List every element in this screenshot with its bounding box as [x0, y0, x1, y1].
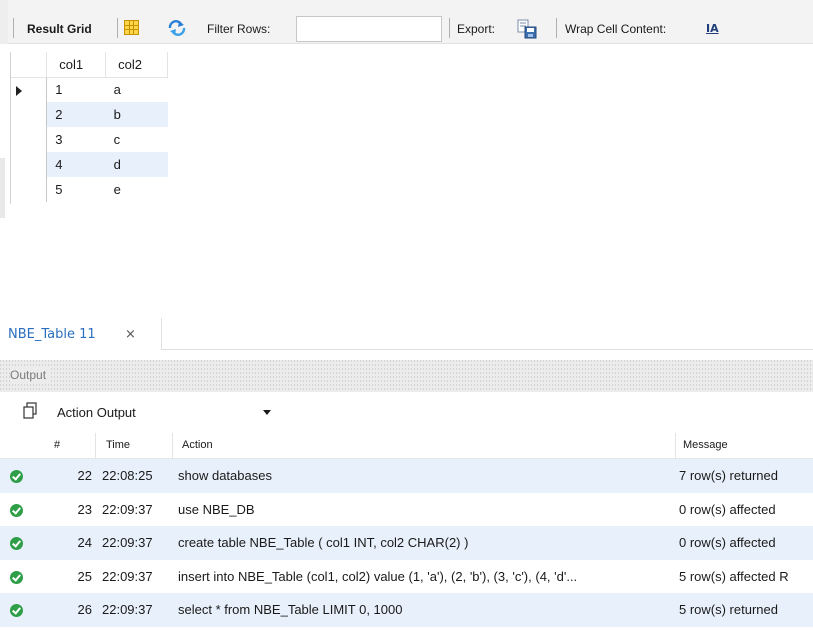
output-type-value: Action Output [57, 405, 136, 420]
row-header[interactable] [10, 102, 48, 127]
toolbar-separator [117, 18, 118, 38]
grid-cell[interactable]: a [106, 77, 168, 102]
log-message: 5 row(s) returned [679, 602, 778, 618]
row-header[interactable] [10, 127, 48, 152]
table-row[interactable]: 2 b [10, 102, 168, 127]
grid-layout-icon[interactable] [124, 20, 139, 35]
log-num: 25 [77, 568, 92, 584]
log-action: insert into NBE_Table (col1, col2) value… [178, 568, 578, 584]
output-panel-header: Output [0, 360, 813, 392]
result-grid-label[interactable]: Result Grid [27, 22, 92, 36]
log-num: 26 [77, 602, 92, 618]
log-row[interactable]: 26 22:09:37 select * from NBE_Table LIMI… [0, 593, 813, 627]
row-header-corner[interactable] [10, 52, 48, 78]
result-grid: col1 col2 1 a 2 b 3 c 4 d 5 e [10, 52, 168, 202]
result-grid-toolbar: Result Grid Filter Rows: Export: Wrap Ce… [0, 0, 813, 44]
current-row-arrow-icon [16, 85, 22, 96]
log-message: 0 row(s) affected [679, 535, 776, 551]
output-log-table: # Time Action Message 22 22:08:25 show d… [0, 433, 813, 627]
log-row[interactable]: 24 22:09:37 create table NBE_Table ( col… [0, 526, 813, 560]
success-check-icon [10, 604, 23, 618]
column-separator[interactable] [675, 433, 676, 459]
row-header[interactable] [10, 77, 48, 102]
success-check-icon [10, 537, 23, 551]
grid-cell[interactable]: e [106, 177, 168, 202]
log-header-message[interactable]: Message [683, 439, 728, 451]
log-message: 0 row(s) affected [679, 501, 776, 517]
table-row[interactable]: 3 c [10, 127, 168, 152]
column-separator[interactable] [95, 433, 96, 459]
column-header-col2[interactable]: col2 [105, 52, 168, 78]
log-header-time[interactable]: Time [106, 439, 130, 451]
toolbar-separator [556, 18, 557, 38]
wrap-text-icon[interactable]: IA [706, 22, 722, 36]
toolbar-separator [449, 18, 450, 38]
log-time: 22:09:37 [102, 535, 153, 551]
wrap-cell-content-label: Wrap Cell Content: [565, 22, 667, 36]
panel-edge [0, 158, 5, 218]
grid-border [10, 52, 11, 204]
log-message: 5 row(s) affected R [679, 568, 789, 584]
log-time: 22:09:37 [102, 501, 153, 517]
grid-cell[interactable]: 3 [47, 127, 106, 152]
log-header-action[interactable]: Action [182, 439, 213, 451]
table-row[interactable]: 4 d [10, 152, 168, 177]
tab-nbe-table-11[interactable]: NBE_Table 11 × [0, 318, 162, 350]
table-row[interactable]: 1 a [10, 77, 168, 102]
table-row[interactable]: 5 e [10, 177, 168, 202]
log-header-row: # Time Action Message [0, 433, 813, 459]
copy-icon[interactable] [22, 402, 38, 420]
log-time: 22:09:37 [102, 568, 153, 584]
filter-rows-input[interactable] [296, 16, 442, 42]
tab-label: NBE_Table 11 [8, 327, 96, 342]
output-title: Output [10, 368, 51, 382]
column-header-col1[interactable]: col1 [46, 52, 107, 78]
grid-cell[interactable]: c [106, 127, 168, 152]
export-label: Export: [457, 22, 496, 36]
row-header[interactable] [10, 177, 48, 202]
grid-cell[interactable]: 5 [47, 177, 106, 202]
grid-cell[interactable]: 2 [46, 102, 106, 127]
toolbar-left-strip [0, 0, 8, 44]
log-row[interactable]: 25 22:09:37 insert into NBE_Table (col1,… [0, 560, 813, 594]
toolbar-separator [13, 18, 14, 38]
success-check-icon [10, 470, 23, 483]
log-row[interactable]: 23 22:09:37 use NBE_DB 0 row(s) affected [0, 493, 813, 527]
log-num: 23 [77, 501, 92, 517]
header-hatch [0, 360, 813, 392]
refresh-icon[interactable] [167, 20, 187, 36]
log-action: use NBE_DB [178, 501, 255, 517]
column-separator[interactable] [172, 433, 173, 459]
grid-cell[interactable]: 4 [46, 152, 106, 177]
row-header[interactable] [10, 152, 48, 177]
log-num: 24 [77, 535, 92, 551]
log-header-num[interactable]: # [54, 439, 60, 451]
log-action: select * from NBE_Table LIMIT 0, 1000 [178, 602, 403, 618]
log-message: 7 row(s) returned [679, 468, 778, 483]
grid-cell[interactable]: b [105, 102, 168, 127]
grid-cell[interactable]: 1 [47, 77, 106, 102]
output-toolbar: Action Output [0, 394, 813, 430]
close-icon[interactable]: × [125, 327, 136, 342]
log-time: 22:08:25 [102, 468, 153, 483]
success-check-icon [10, 570, 23, 584]
chevron-down-icon [263, 410, 271, 415]
grid-cell[interactable]: d [105, 152, 168, 177]
success-check-icon [10, 503, 23, 517]
log-num: 22 [77, 468, 92, 483]
filter-rows-label: Filter Rows: [207, 22, 271, 36]
log-row[interactable]: 22 22:08:25 show databases 7 row(s) retu… [0, 459, 813, 493]
output-type-select[interactable]: Action Output [51, 398, 283, 426]
log-action: show databases [178, 468, 272, 483]
export-icon[interactable] [516, 18, 538, 40]
result-tab-strip: NBE_Table 11 × [0, 318, 813, 350]
log-action: create table NBE_Table ( col1 INT, col2 … [178, 535, 469, 551]
log-time: 22:09:37 [102, 602, 153, 618]
